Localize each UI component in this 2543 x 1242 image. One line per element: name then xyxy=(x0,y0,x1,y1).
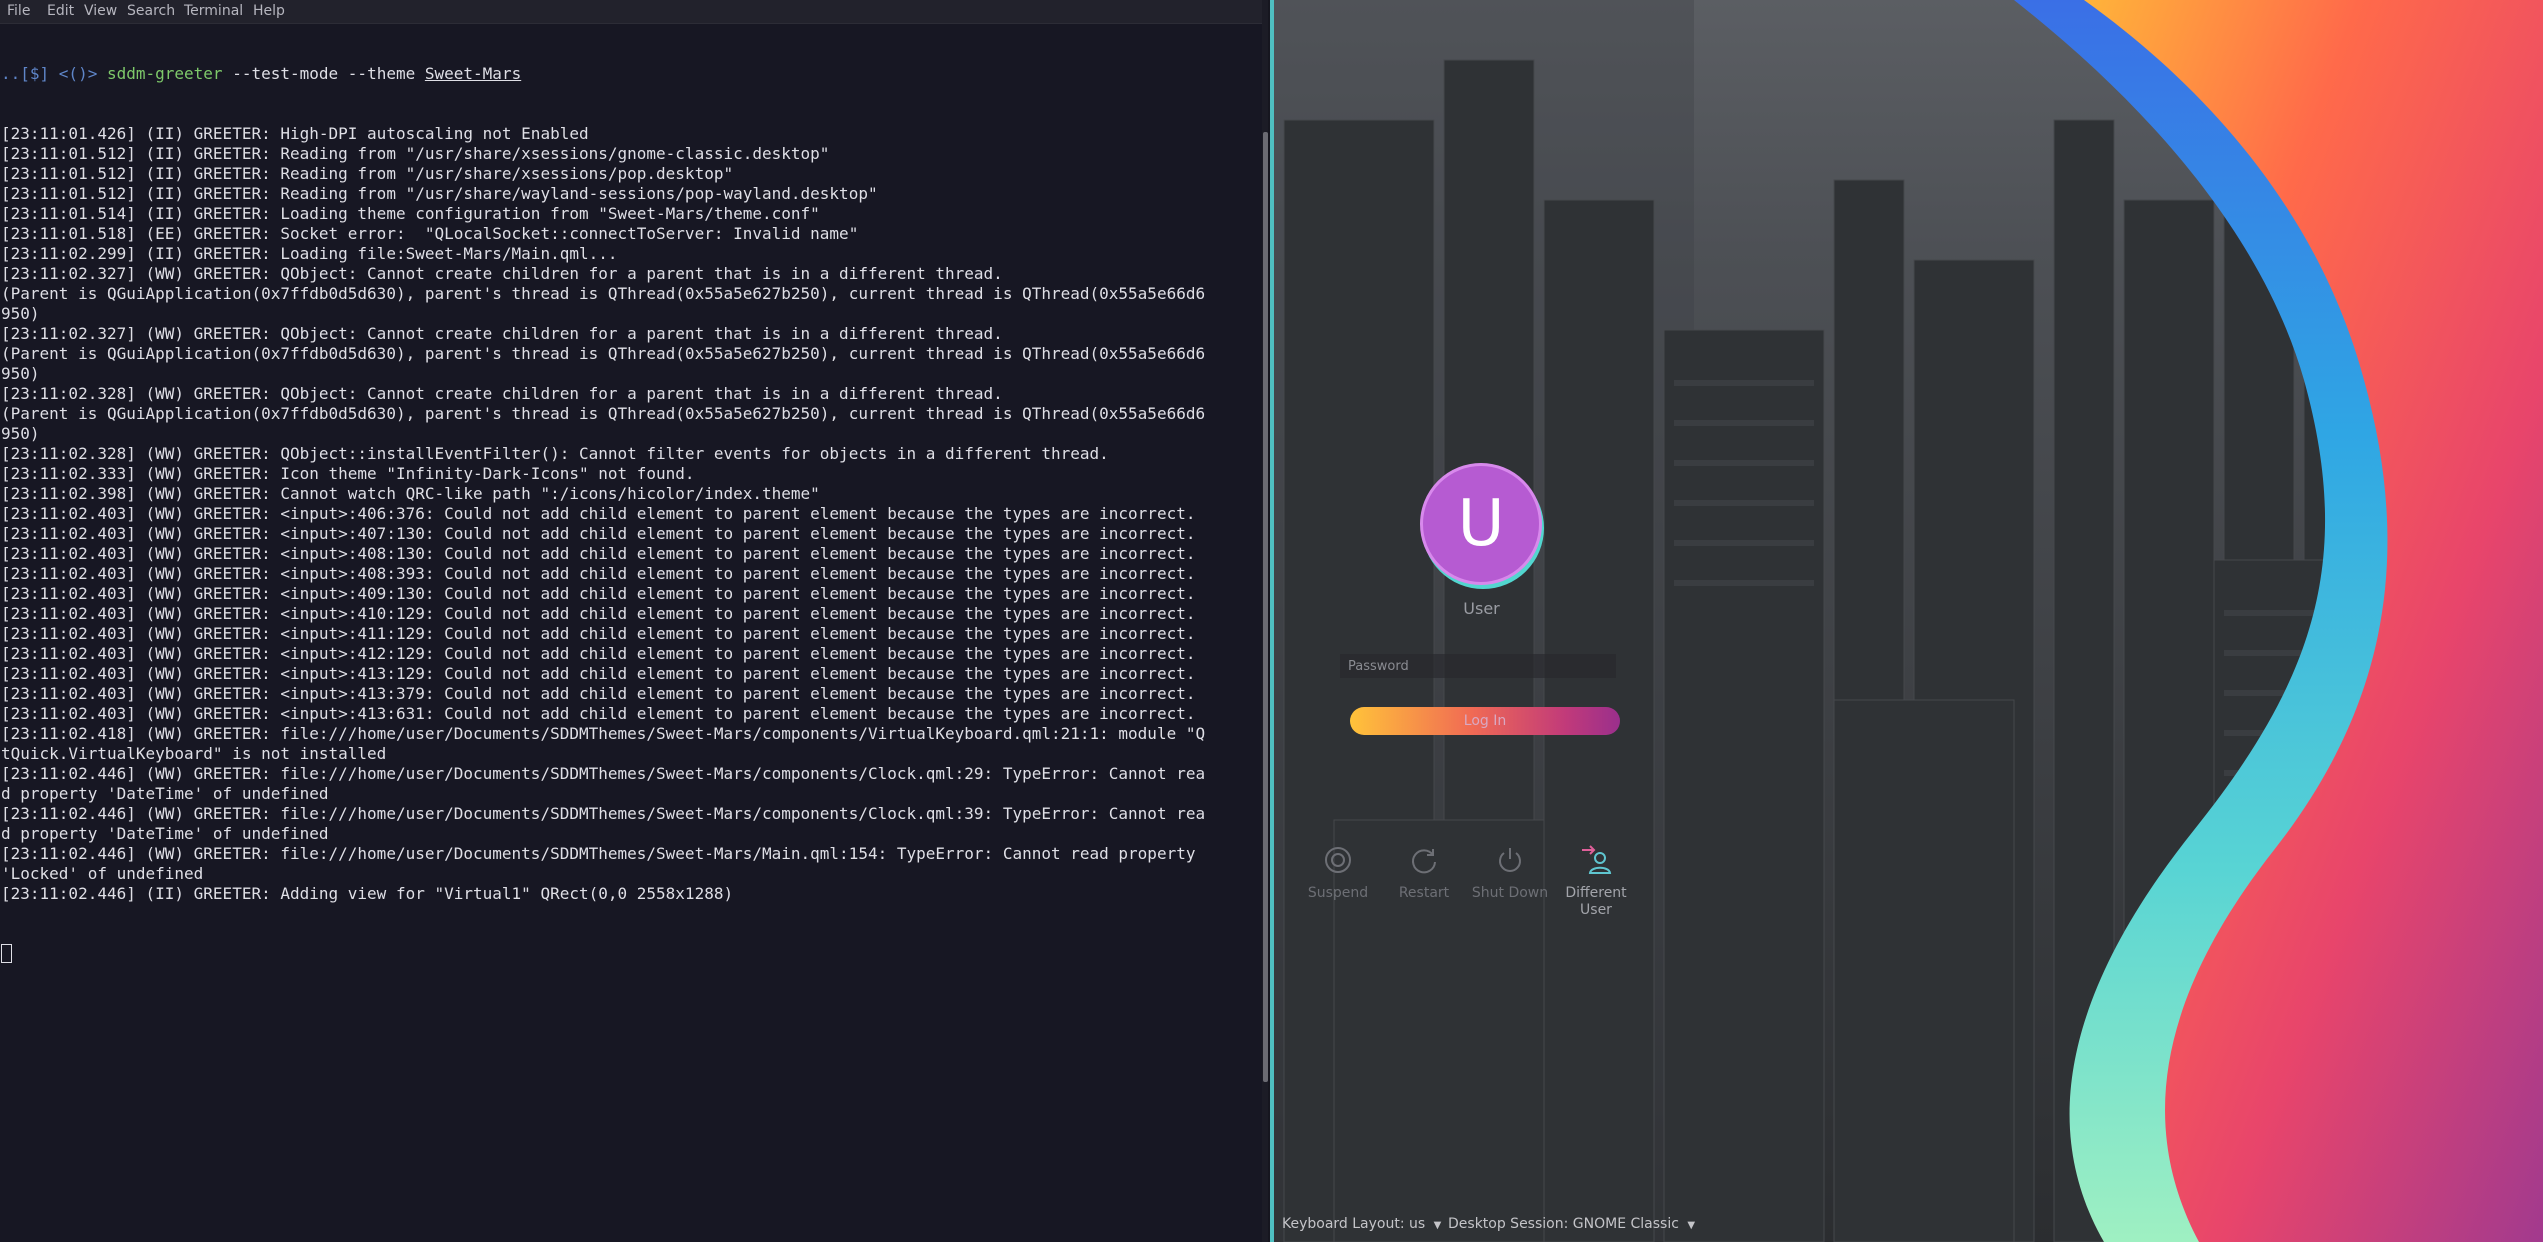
keyboard-layout-selector[interactable]: Keyboard Layout: us ▼ xyxy=(1282,1216,1441,1232)
menu-help[interactable]: Help xyxy=(253,3,285,19)
terminal-menubar: File Edit View Search Terminal Help xyxy=(0,0,1263,24)
chevron-down-icon: ▼ xyxy=(1687,1220,1696,1231)
restart-button[interactable]: Restart xyxy=(1384,844,1464,902)
shutdown-label: Shut Down xyxy=(1471,885,1549,901)
log-line: [23:11:02.403] (WW) GREETER: <input>:407… xyxy=(1,524,1196,543)
power-icon xyxy=(1499,848,1521,872)
terminal-window[interactable]: File Edit View Search Terminal Help ..[$… xyxy=(0,0,1263,1242)
shutdown-button[interactable]: Shut Down xyxy=(1470,844,1550,902)
log-line: 'Locked' of undefined xyxy=(1,864,204,883)
log-line: [23:11:02.327] (WW) GREETER: QObject: Ca… xyxy=(1,324,1003,343)
sddm-greeter-preview: U User Log In Suspend Restart Shut Down … xyxy=(1274,0,2543,1242)
log-line: [23:11:01.514] (II) GREETER: Loading the… xyxy=(1,204,820,223)
terminal-cursor xyxy=(1,944,12,963)
log-line: [23:11:01.512] (II) GREETER: Reading fro… xyxy=(1,184,878,203)
log-line: 950) xyxy=(1,304,40,323)
menu-search[interactable]: Search xyxy=(127,3,175,19)
cursor-line xyxy=(1,944,1251,964)
menu-view[interactable]: View xyxy=(84,3,117,19)
chevron-down-icon: ▼ xyxy=(1433,1220,1442,1231)
terminal-output[interactable]: ..[$] <()> sddm-greeter --test-mode --th… xyxy=(1,24,1251,1234)
different-user-icon xyxy=(1582,845,1612,874)
log-line: [23:11:02.403] (WW) GREETER: <input>:408… xyxy=(1,544,1196,563)
log-line: [23:11:01.512] (II) GREETER: Reading fro… xyxy=(1,164,734,183)
log-line: [23:11:01.518] (EE) GREETER: Socket erro… xyxy=(1,224,859,243)
menu-edit[interactable]: Edit xyxy=(47,3,74,19)
menu-terminal[interactable]: Terminal xyxy=(184,3,243,19)
log-line: (Parent is QGuiApplication(0x7ffdb0d5d63… xyxy=(1,404,1206,423)
command-theme-arg: Sweet-Mars xyxy=(424,64,522,83)
log-line: [23:11:01.426] (II) GREETER: High-DPI au… xyxy=(1,124,589,143)
different-user-label: Different User xyxy=(1565,885,1627,918)
log-line: tQuick.VirtualKeyboard" is not installed xyxy=(1,744,387,763)
log-line: [23:11:02.403] (WW) GREETER: <input>:409… xyxy=(1,584,1196,603)
command-name: sddm-greeter xyxy=(106,64,223,83)
log-line: (Parent is QGuiApplication(0x7ffdb0d5d63… xyxy=(1,284,1206,303)
log-line: [23:11:02.403] (WW) GREETER: <input>:406… xyxy=(1,504,1196,523)
log-line: [23:11:02.299] (II) GREETER: Loading fil… xyxy=(1,244,618,263)
log-line: [23:11:02.403] (WW) GREETER: <input>:413… xyxy=(1,664,1196,683)
suspend-button[interactable]: Suspend xyxy=(1298,844,1378,902)
log-line: [23:11:02.446] (WW) GREETER: file:///hom… xyxy=(1,804,1206,823)
log-line: d property 'DateTime' of undefined xyxy=(1,824,329,843)
log-line: (Parent is QGuiApplication(0x7ffdb0d5d63… xyxy=(1,344,1206,363)
log-line: [23:11:02.328] (WW) GREETER: QObject::in… xyxy=(1,444,1109,463)
username-label: User xyxy=(1463,599,1500,618)
log-line: [23:11:02.446] (WW) GREETER: file:///hom… xyxy=(1,764,1206,783)
user-avatar[interactable]: U xyxy=(1420,463,1542,585)
terminal-scrollbar-thumb[interactable] xyxy=(1263,132,1268,1082)
log-line: [23:11:02.333] (WW) GREETER: Icon theme … xyxy=(1,464,695,483)
log-line: [23:11:02.403] (WW) GREETER: <input>:413… xyxy=(1,684,1196,703)
restart-label: Restart xyxy=(1398,885,1450,901)
menu-file[interactable]: File xyxy=(7,3,30,19)
log-line: [23:11:02.328] (WW) GREETER: QObject: Ca… xyxy=(1,384,1003,403)
log-line: 950) xyxy=(1,424,40,443)
log-line: [23:11:02.418] (WW) GREETER: file:///hom… xyxy=(1,724,1206,743)
log-line: [23:11:02.446] (II) GREETER: Adding view… xyxy=(1,884,734,903)
password-field[interactable] xyxy=(1340,654,1616,678)
keyboard-layout-label: Keyboard Layout: us xyxy=(1282,1216,1426,1232)
log-line: [23:11:02.398] (WW) GREETER: Cannot watc… xyxy=(1,484,820,503)
log-line: [23:11:02.403] (WW) GREETER: <input>:411… xyxy=(1,624,1196,643)
restart-icon xyxy=(1412,849,1436,874)
suspend-label: Suspend xyxy=(1307,885,1369,901)
login-button[interactable]: Log In xyxy=(1350,707,1620,735)
log-line: [23:11:02.403] (WW) GREETER: <input>:410… xyxy=(1,604,1196,623)
shell-prompt: ..[$] <()> xyxy=(1,64,98,83)
suspend-icon xyxy=(1325,847,1351,873)
session-selector[interactable]: Desktop Session: GNOME Classic ▼ xyxy=(1448,1216,1695,1232)
greeter-bottom-bar: Keyboard Layout: us ▼ Desktop Session: G… xyxy=(1274,1212,2543,1242)
log-line: [23:11:01.512] (II) GREETER: Reading fro… xyxy=(1,144,830,163)
log-line: [23:11:02.446] (WW) GREETER: file:///hom… xyxy=(1,844,1196,863)
command-args: --test-mode --theme xyxy=(232,64,416,83)
log-line: [23:11:02.403] (WW) GREETER: <input>:408… xyxy=(1,564,1196,583)
session-label: Desktop Session: GNOME Classic xyxy=(1448,1216,1679,1232)
different-user-button[interactable]: Different User xyxy=(1556,844,1636,919)
log-line: [23:11:02.403] (WW) GREETER: <input>:412… xyxy=(1,644,1196,663)
log-line: [23:11:02.403] (WW) GREETER: <input>:413… xyxy=(1,704,1196,723)
log-line: [23:11:02.327] (WW) GREETER: QObject: Ca… xyxy=(1,264,1003,283)
log-line: d property 'DateTime' of undefined xyxy=(1,784,329,803)
log-output: [23:11:01.426] (II) GREETER: High-DPI au… xyxy=(1,124,1251,904)
city-background xyxy=(1274,0,2543,1242)
command-line: ..[$] <()> sddm-greeter --test-mode --th… xyxy=(1,64,1251,84)
log-line: 950) xyxy=(1,364,40,383)
